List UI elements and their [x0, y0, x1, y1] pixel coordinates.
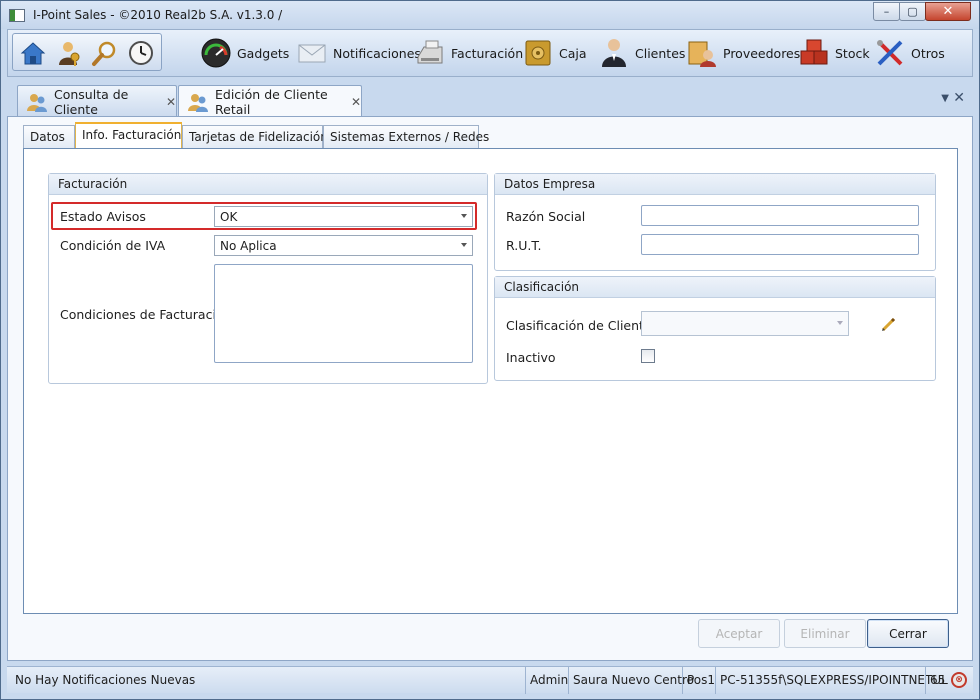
clasificacion-group-header: Clasificación [495, 277, 935, 298]
store-status: Saura Nuevo Centro [568, 667, 698, 694]
condiciones-facturacion-textarea[interactable] [214, 264, 473, 363]
maximize-button[interactable]: ▢ [899, 2, 926, 21]
toolbar-facturacion-label: Facturación [451, 45, 524, 61]
tab-info-facturacion[interactable]: Info. Facturación [75, 122, 182, 149]
info-facturacion-panel: Facturación Estado Avisos OK Condición d… [23, 148, 958, 614]
magnifier-icon[interactable] [91, 39, 119, 67]
toolbar-notificaciones[interactable]: Notificaciones [296, 36, 421, 70]
estado-avisos-label: Estado Avisos [60, 209, 146, 224]
window-controls: – ▢ ✕ [873, 2, 971, 21]
datos-empresa-group: Datos Empresa Razón Social R.U.T. [494, 173, 936, 271]
chevron-down-icon [837, 321, 843, 325]
doc-tab-label: Consulta de Cliente [54, 86, 129, 117]
vendor-icon [686, 37, 718, 69]
aceptar-button[interactable]: Aceptar [698, 619, 780, 648]
clients-icon [187, 91, 209, 113]
connection-status: PC-51355f\SQLEXPRESS/IPOINTNETUL [715, 667, 952, 694]
error-icon[interactable]: ⊗ [951, 672, 967, 688]
document-content: Datos Info. Facturación Tarjetas de Fide… [7, 116, 973, 661]
toolbar-proveedores[interactable]: Proveedores [686, 36, 800, 70]
toolbar-gadgets-label: Gadgets [237, 45, 290, 61]
document-tabs: Consulta de Cliente ✕ Edición de Cliente… [7, 83, 973, 117]
notifications-status[interactable]: No Hay Notificaciones Nuevas [15, 673, 195, 687]
estado-avisos-select[interactable]: OK [214, 206, 473, 227]
tab-datos[interactable]: Datos [23, 125, 75, 148]
clasificacion-group: Clasificación Clasificación de Clientes … [494, 276, 936, 381]
toolbar-otros[interactable]: Otros [874, 36, 945, 70]
inactivo-label: Inactivo [506, 350, 556, 365]
eliminar-button[interactable]: Eliminar [784, 619, 866, 648]
toolbar-clientes[interactable]: Clientes [598, 36, 685, 70]
tools-icon [874, 37, 906, 69]
close-icon[interactable]: ✕ [166, 95, 176, 109]
datos-empresa-group-header: Datos Empresa [495, 174, 935, 195]
clients-icon [26, 91, 48, 113]
user-key-icon[interactable] [55, 39, 83, 67]
app-icon [9, 9, 25, 22]
edit-pencil-icon[interactable] [879, 314, 899, 334]
toolbar-notificaciones-label: Notificaciones [333, 45, 421, 61]
pos-status: Pos1 [682, 667, 719, 694]
clasificacion-clientes-select[interactable] [641, 311, 849, 336]
razon-social-label: Razón Social [506, 209, 586, 224]
app-window: I-Point Sales - ©2010 Real2b S.A. v1.3.0… [0, 0, 980, 700]
toolbar-caja-label: Caja [559, 45, 587, 61]
clock-icon[interactable] [127, 39, 155, 67]
close-all-tabs-icon[interactable]: ✕ [953, 90, 965, 106]
boxes-icon [798, 37, 830, 69]
toolbar-gadgets[interactable]: Gadgets [200, 36, 289, 70]
toolbar-stock-label: Stock [835, 45, 870, 61]
gauge-icon [200, 37, 232, 69]
toolbar-otros-label: Otros [911, 45, 945, 61]
estado-avisos-value: OK [220, 210, 238, 224]
chevron-down-icon [461, 243, 467, 247]
facturacion-group: Facturación Estado Avisos OK Condición d… [48, 173, 488, 384]
doc-tab-edicion-cliente[interactable]: Edición de Cliente Retail ✕ [178, 85, 362, 117]
condiciones-facturacion-label: Condiciones de Facturación [60, 307, 232, 322]
quick-access-bar [12, 33, 162, 71]
cerrar-button[interactable]: Cerrar [867, 619, 949, 648]
status-bar: No Hay Notificaciones Nuevas Admin Saura… [7, 666, 973, 694]
facturacion-group-header: Facturación [49, 174, 487, 195]
home-icon[interactable] [19, 39, 47, 67]
toolbar-stock[interactable]: Stock [798, 36, 870, 70]
person-icon [598, 37, 630, 69]
razon-social-input[interactable] [641, 205, 919, 226]
toolbar-facturacion[interactable]: Facturación [414, 36, 523, 70]
envelope-icon [296, 37, 328, 69]
tab-tarjetas-fidelizacion[interactable]: Tarjetas de Fidelización [182, 125, 328, 148]
title-bar: I-Point Sales - ©2010 Real2b S.A. v1.3.0… [1, 1, 979, 29]
minimize-button[interactable]: – [873, 2, 900, 21]
tab-sistemas-externos[interactable]: Sistemas Externos / Redes [323, 125, 489, 148]
rut-input[interactable] [641, 234, 919, 255]
user-status: Admin [525, 667, 572, 694]
toolbar-proveedores-label: Proveedores [723, 45, 801, 61]
doc-tab-label: Edición de Cliente Retail [215, 86, 328, 117]
count-status: 65 [925, 667, 949, 694]
inactivo-checkbox[interactable] [641, 349, 655, 363]
doc-tab-consulta-cliente[interactable]: Consulta de Cliente ✕ [17, 85, 177, 117]
condicion-iva-label: Condición de IVA [60, 238, 166, 253]
chevron-down-icon [461, 214, 467, 218]
toolbar-caja[interactable]: Caja [522, 36, 587, 70]
cash-register-icon [414, 37, 446, 69]
close-icon[interactable]: ✕ [351, 95, 361, 109]
safe-icon [522, 37, 554, 69]
condicion-iva-select[interactable]: No Aplica [214, 235, 473, 256]
toolbar-clientes-label: Clientes [635, 45, 686, 61]
clasificacion-clientes-label: Clasificación de Clientes [506, 318, 659, 333]
rut-label: R.U.T. [506, 238, 542, 253]
main-toolbar: Gadgets Notificaciones Facturación Caja … [7, 29, 973, 77]
window-title: I-Point Sales - ©2010 Real2b S.A. v1.3.0… [33, 8, 283, 22]
condicion-iva-value: No Aplica [220, 239, 277, 253]
tab-list-dropdown-icon[interactable]: ▼ [941, 93, 949, 104]
close-window-button[interactable]: ✕ [925, 2, 971, 21]
